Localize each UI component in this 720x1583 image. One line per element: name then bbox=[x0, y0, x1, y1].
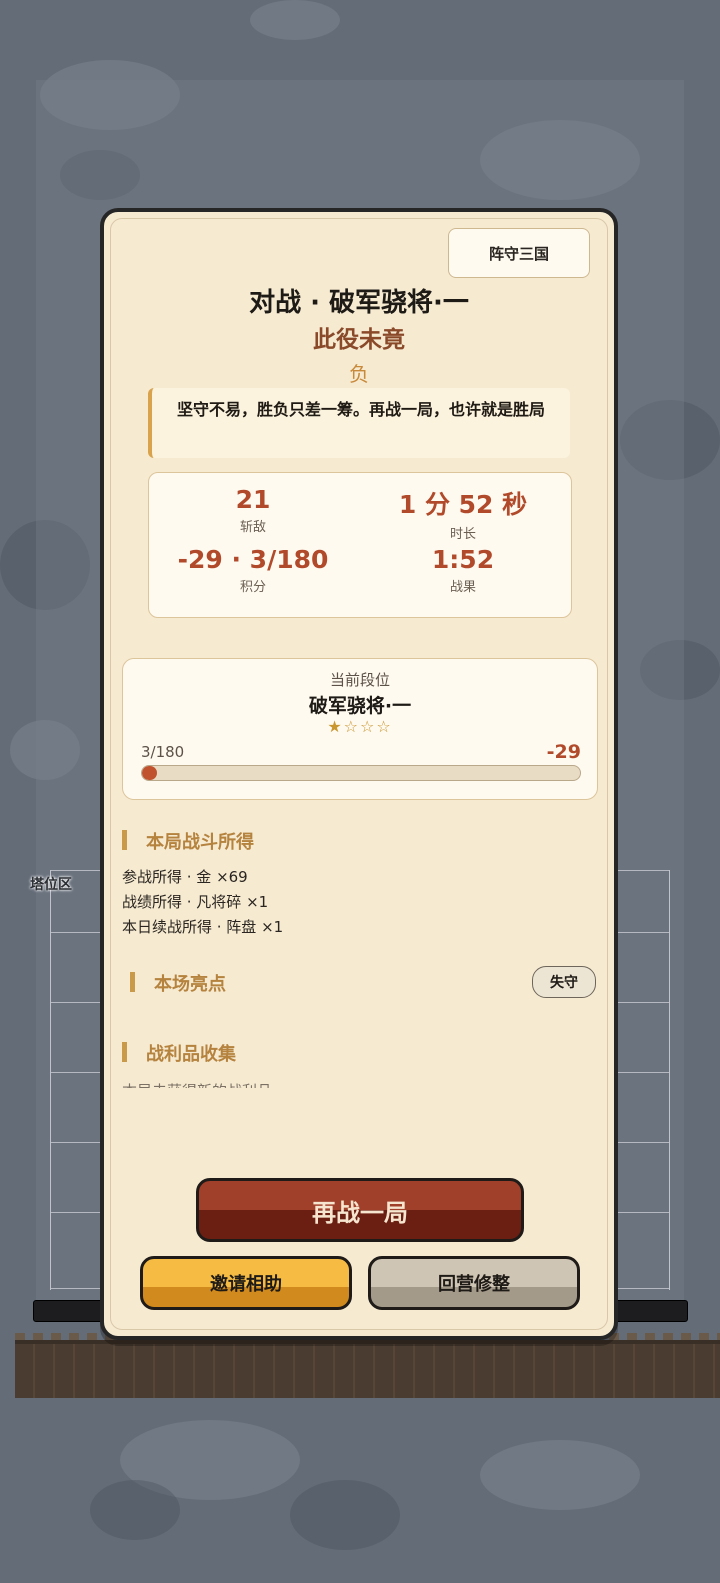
stat-score-value: -29 · 3/180 bbox=[177, 545, 329, 574]
result-modal: 阵守三国 对战 · 破军骁将·一 此役未竟 负 坚守不易，胜负只差一筹。再战一局… bbox=[100, 208, 618, 1340]
stat-duration-value: 1 分 52 秒 bbox=[398, 490, 528, 519]
encouragement-quote: 坚守不易，胜负只差一筹。再战一局，也许就是胜局 bbox=[148, 388, 570, 458]
section-highlights-title: 本场亮点 bbox=[130, 970, 226, 996]
cloud-decoration bbox=[250, 0, 340, 40]
rank-name: 破军骁将·一 bbox=[308, 695, 412, 717]
battle-title: 对战 · 破军骁将·一 bbox=[249, 288, 469, 318]
game-tag-button[interactable]: 阵守三国 bbox=[448, 228, 590, 278]
zone-label: 塔位区 bbox=[30, 877, 72, 893]
stat-outcome-label: 战果 bbox=[449, 580, 476, 595]
section-loot-title: 战利品收集 bbox=[122, 1040, 236, 1066]
return-camp-button[interactable]: 回营修整 bbox=[368, 1256, 580, 1310]
rank-card: 当前段位 破军骁将·一 ★☆☆☆ 3/180 -29 bbox=[122, 658, 598, 800]
stat-score: -29 · 3/180 积分 bbox=[153, 545, 353, 595]
stat-kills-label: 斩敌 bbox=[239, 520, 266, 535]
reward-line: 本日续战所得 · 阵盘 ×1 bbox=[122, 918, 284, 936]
reward-line: 战绩所得 · 凡将碎 ×1 bbox=[122, 893, 269, 911]
section-rewards-title: 本局战斗所得 bbox=[122, 828, 254, 854]
invite-button[interactable]: 邀请相助 bbox=[140, 1256, 352, 1310]
rank-progress-fill bbox=[142, 766, 158, 780]
city-wall bbox=[15, 1340, 720, 1398]
loot-empty-text: 本局未获得新的战利品 bbox=[122, 1078, 592, 1088]
cloud-decoration bbox=[480, 1440, 640, 1510]
rank-delta: -29 bbox=[546, 741, 581, 763]
battle-subtitle: 此役未竟 bbox=[313, 327, 405, 353]
rank-progress-text: 3/180 bbox=[141, 743, 185, 761]
stat-kills: 21 斩敌 bbox=[153, 485, 353, 535]
stat-score-label: 积分 bbox=[239, 580, 266, 595]
retry-button[interactable]: 再战一局 bbox=[196, 1178, 524, 1242]
stat-kills-value: 21 bbox=[235, 485, 271, 514]
cloud-decoration bbox=[290, 1480, 400, 1550]
rank-stars: ★☆☆☆ bbox=[327, 717, 393, 736]
stat-outcome-value: 1:52 bbox=[431, 545, 495, 574]
battle-result: 负 bbox=[349, 362, 369, 386]
reward-line: 参战所得 · 金 ×69 bbox=[122, 868, 248, 886]
rank-label: 当前段位 bbox=[329, 671, 390, 689]
cloud-decoration bbox=[90, 1480, 180, 1540]
rank-progress-bar bbox=[141, 765, 581, 781]
stat-duration: 1 分 52 秒 时长 bbox=[363, 485, 563, 542]
stats-card: 21 斩敌 1 分 52 秒 时长 -29 · 3/180 积分 1:52 战果 bbox=[148, 472, 572, 618]
highlight-tag[interactable]: 失守 bbox=[532, 966, 596, 998]
stat-outcome: 1:52 战果 bbox=[363, 545, 563, 595]
stat-duration-label: 时长 bbox=[449, 527, 476, 542]
